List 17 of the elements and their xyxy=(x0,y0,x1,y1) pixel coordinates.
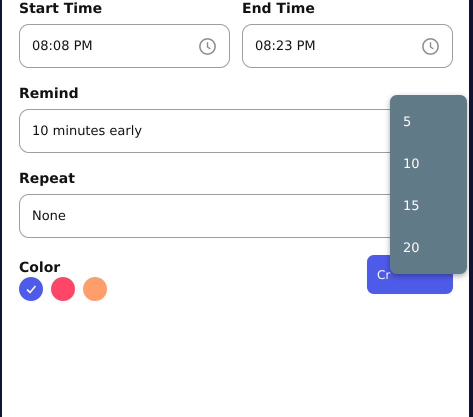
field-value: None xyxy=(32,208,66,224)
field-value: 10 minutes early xyxy=(32,124,142,138)
field-label: Start Time xyxy=(19,0,102,18)
menu-option[interactable]: 10 xyxy=(390,151,467,193)
color-swatch[interactable] xyxy=(51,277,75,301)
field-label: Remind xyxy=(19,85,79,103)
time-field[interactable]: 08:23 PM xyxy=(242,24,453,68)
field-label: Repeat xyxy=(19,170,75,188)
field-label: Color xyxy=(19,260,60,276)
field-value: 08:23 PM xyxy=(255,38,316,54)
color-swatch[interactable] xyxy=(83,277,107,301)
clock-icon[interactable] xyxy=(198,36,217,56)
field-value: 08:08 PM xyxy=(32,38,93,54)
time-field[interactable]: 08:08 PM xyxy=(19,24,230,68)
clock-icon[interactable] xyxy=(421,36,440,56)
field-label: End Time xyxy=(242,0,315,18)
color-swatch[interactable] xyxy=(19,277,43,301)
